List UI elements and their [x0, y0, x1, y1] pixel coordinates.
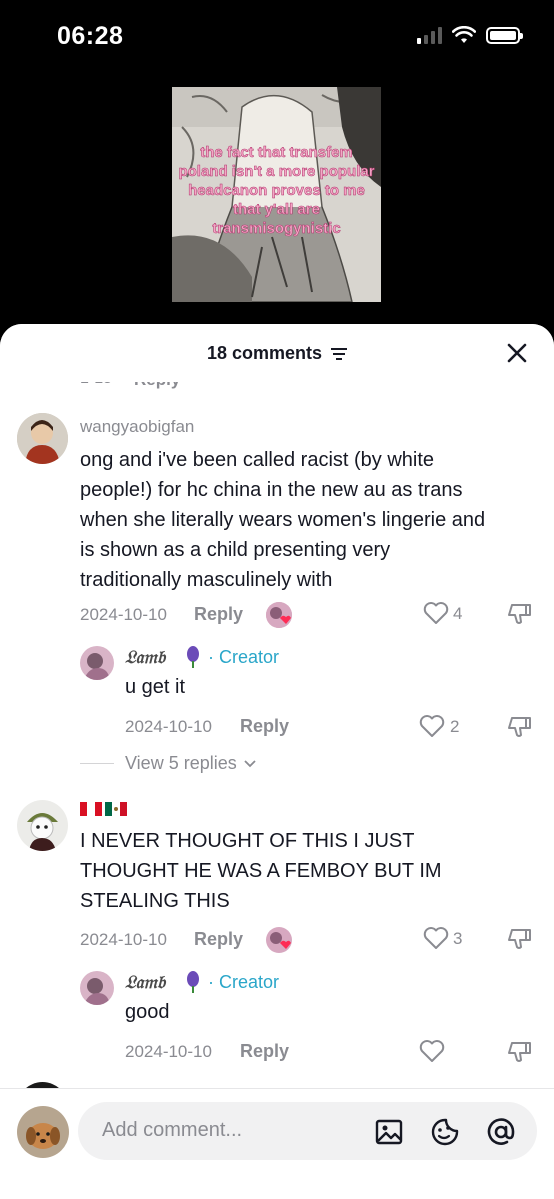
creator-liked-badge — [266, 927, 292, 953]
comments-count-label: 18 comments — [206, 343, 323, 363]
video-thumbnail[interactable]: the fact that transfem poland isn't a mo… — [172, 87, 381, 302]
my-avatar[interactable] — [17, 1106, 69, 1158]
comment-line: STEALING THIS — [80, 890, 230, 912]
reply-button[interactable]: Reply — [240, 716, 289, 737]
comment-text: I NEVER THOUGHT OF THIS I JUST THOUGHT H… — [80, 826, 540, 916]
wifi-icon — [452, 26, 476, 43]
sheet-header: 18 comments — [0, 324, 554, 382]
hyacinth-icon — [187, 971, 199, 993]
comment-text: ong and i've been called racist (by whit… — [80, 445, 540, 595]
comment-line: ong and i've been called racist (by whit… — [80, 449, 435, 471]
comment-line: traditionally masculinely with — [80, 569, 333, 591]
heart-icon[interactable] — [419, 714, 445, 738]
heart-icon[interactable] — [419, 1039, 445, 1063]
dislike-icon[interactable] — [506, 601, 532, 627]
comments-list[interactable]: 1-15 Reply wangyaobigfan ong and i've be… — [0, 382, 554, 1088]
like-count: 4 — [453, 604, 463, 623]
like-count: 2 — [450, 717, 460, 736]
comment-line: when she literally wears women's lingeri… — [80, 509, 486, 531]
peru-flag-icon — [80, 802, 102, 816]
heart-icon[interactable] — [423, 926, 449, 950]
close-icon[interactable] — [506, 342, 528, 364]
dislike-icon[interactable] — [506, 926, 532, 952]
reply-button[interactable]: Reply — [240, 1041, 289, 1062]
filter-icon[interactable] — [331, 347, 348, 361]
partial-date: 1-15 — [80, 382, 112, 388]
status-time: 06:28 — [57, 22, 124, 50]
comments-count[interactable]: 18 comments — [0, 343, 554, 364]
avatar[interactable] — [80, 646, 114, 680]
mexico-flag-icon — [105, 802, 127, 816]
reply-text: good — [125, 1001, 170, 1023]
battery-icon — [486, 26, 523, 44]
hyacinth-icon — [187, 646, 199, 668]
comment-input-placeholder: Add comment... — [102, 1119, 243, 1141]
reply-author[interactable]: 𝔏𝔞𝔪𝔟 — [125, 647, 165, 668]
avatar[interactable] — [80, 971, 114, 1005]
image-icon[interactable] — [374, 1117, 404, 1147]
reply-date: 2024-10-10 — [125, 717, 212, 736]
flags — [80, 802, 127, 816]
reply-button[interactable]: Reply — [194, 604, 243, 625]
reply-button[interactable]: Reply — [194, 929, 243, 950]
sticker-icon[interactable] — [430, 1117, 460, 1147]
like-count: 3 — [453, 929, 463, 948]
comments-sheet: 18 comments 1-15 Reply — [0, 324, 554, 1199]
comment-input[interactable]: Add comment... — [78, 1102, 537, 1160]
dislike-icon[interactable] — [506, 1039, 532, 1065]
signal-icon — [417, 26, 442, 44]
status-icons — [417, 26, 523, 44]
creator-liked-badge — [266, 602, 292, 628]
creator-label: · Creator — [208, 647, 280, 667]
comment-line: I NEVER THOUGHT OF THIS I JUST — [80, 830, 415, 852]
reply-text: u get it — [125, 676, 186, 698]
comment-input-bar: Add comment... — [0, 1088, 554, 1199]
status-bar: 06:28 — [0, 0, 554, 72]
heart-icon[interactable] — [423, 601, 449, 625]
reply-author[interactable]: 𝔏𝔞𝔪𝔟 — [125, 972, 165, 993]
comment-line: THOUGHT HE WAS A FEMBOY BUT IM — [80, 860, 442, 882]
dislike-icon[interactable] — [506, 714, 532, 740]
comment-username[interactable]: wangyaobigfan — [80, 417, 194, 437]
reply-date: 2024-10-10 — [125, 1042, 212, 1061]
video-caption: the fact that transfem poland isn't a mo… — [178, 144, 375, 238]
partial-comment-meta: 1-15 Reply — [80, 382, 540, 394]
view-replies-label: View 5 replies — [125, 753, 237, 773]
chevron-down-icon — [244, 760, 256, 768]
avatar[interactable] — [17, 800, 68, 851]
at-icon[interactable] — [486, 1117, 516, 1147]
comment-line: people!) for hc china in the new au as t… — [80, 479, 463, 501]
creator-label: · Creator — [208, 972, 280, 992]
view-replies-divider — [80, 763, 114, 764]
avatar[interactable] — [17, 413, 68, 464]
comment-date: 2024-10-10 — [80, 605, 167, 624]
comment-date: 2024-10-10 — [80, 930, 167, 949]
comment-line: is shown as a child presenting very — [80, 539, 391, 561]
view-replies-button[interactable]: View 5 replies — [125, 753, 256, 774]
partial-reply-button[interactable]: Reply — [134, 382, 180, 390]
